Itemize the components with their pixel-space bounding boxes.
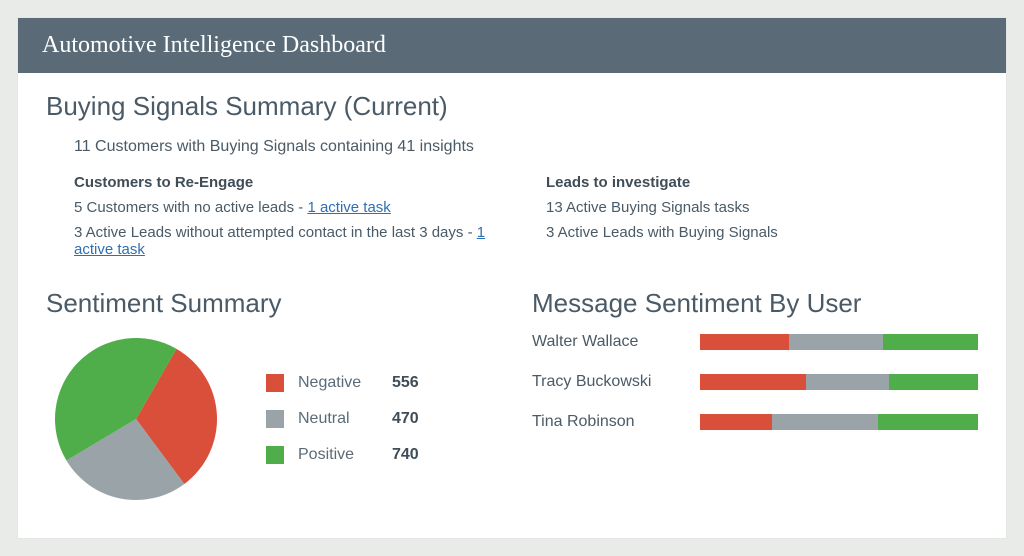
by-user-title: Message Sentiment By User — [532, 288, 978, 319]
user-row: Tina Robinson — [532, 413, 978, 431]
header-title: Automotive Intelligence Dashboard — [42, 32, 386, 58]
reengage-task-link-1[interactable]: 1 active task — [307, 199, 390, 216]
reengage-line-2-text: 3 Active Leads without attempted contact… — [74, 224, 477, 241]
user-sentiment-bar — [700, 414, 978, 430]
dashboard-card: Automotive Intelligence Dashboard Buying… — [18, 18, 1006, 538]
sentiment-title: Sentiment Summary — [46, 288, 492, 319]
user-sentiment-bar — [700, 334, 978, 350]
buying-columns: Customers to Re-Engage 5 Customers with … — [46, 174, 978, 266]
legend-value-negative: 556 — [392, 374, 419, 392]
user-rows: Walter Wallace Tracy Buckowski — [532, 333, 978, 431]
user-row: Walter Wallace — [532, 333, 978, 351]
bar-seg-positive — [883, 334, 978, 350]
swatch-positive-icon — [266, 446, 284, 464]
sentiment-legend: Negative 556 Neutral 470 Positive 740 — [266, 374, 419, 464]
sentiment-body: Negative 556 Neutral 470 Positive 740 — [46, 329, 492, 509]
bar-seg-neutral — [789, 334, 884, 350]
investigate-line-1: 13 Active Buying Signals tasks — [546, 199, 978, 216]
legend-row-neutral: Neutral 470 — [266, 410, 419, 428]
investigate-line-2: 3 Active Leads with Buying Signals — [546, 224, 978, 241]
legend-label-positive: Positive — [298, 446, 378, 464]
bar-seg-neutral — [806, 374, 889, 390]
legend-label-negative: Negative — [298, 374, 378, 392]
reengage-line-1-text: 5 Customers with no active leads - — [74, 199, 307, 216]
user-sentiment-bar — [700, 374, 978, 390]
bar-seg-positive — [878, 414, 978, 430]
reengage-line-1: 5 Customers with no active leads - 1 act… — [74, 199, 506, 216]
sentiment-pie-chart — [46, 329, 226, 509]
bar-seg-negative — [700, 374, 806, 390]
investigate-column: Leads to investigate 13 Active Buying Si… — [546, 174, 978, 266]
by-user-panel: Message Sentiment By User Walter Wallace… — [532, 288, 978, 509]
reengage-heading: Customers to Re-Engage — [74, 174, 506, 191]
header-bar: Automotive Intelligence Dashboard — [18, 18, 1006, 73]
user-row: Tracy Buckowski — [532, 373, 978, 391]
legend-label-neutral: Neutral — [298, 410, 378, 428]
legend-value-neutral: 470 — [392, 410, 419, 428]
user-name: Tracy Buckowski — [532, 373, 682, 391]
buying-signals-title: Buying Signals Summary (Current) — [46, 91, 978, 122]
bar-seg-negative — [700, 414, 772, 430]
investigate-heading: Leads to investigate — [546, 174, 978, 191]
swatch-neutral-icon — [266, 410, 284, 428]
legend-row-positive: Positive 740 — [266, 446, 419, 464]
legend-value-positive: 740 — [392, 446, 419, 464]
reengage-line-2: 3 Active Leads without attempted contact… — [74, 224, 506, 258]
reengage-column: Customers to Re-Engage 5 Customers with … — [46, 174, 506, 266]
swatch-negative-icon — [266, 374, 284, 392]
legend-row-negative: Negative 556 — [266, 374, 419, 392]
sentiment-panel: Sentiment Summary Negative 556 Neu — [46, 288, 492, 509]
bar-seg-positive — [889, 374, 978, 390]
buying-signals-summary: 11 Customers with Buying Signals contain… — [74, 138, 978, 156]
bar-seg-neutral — [772, 414, 878, 430]
content-area: Buying Signals Summary (Current) 11 Cust… — [18, 73, 1006, 538]
lower-panels: Sentiment Summary Negative 556 Neu — [46, 288, 978, 509]
bar-seg-negative — [700, 334, 789, 350]
user-name: Walter Wallace — [532, 333, 682, 351]
user-name: Tina Robinson — [532, 413, 682, 431]
